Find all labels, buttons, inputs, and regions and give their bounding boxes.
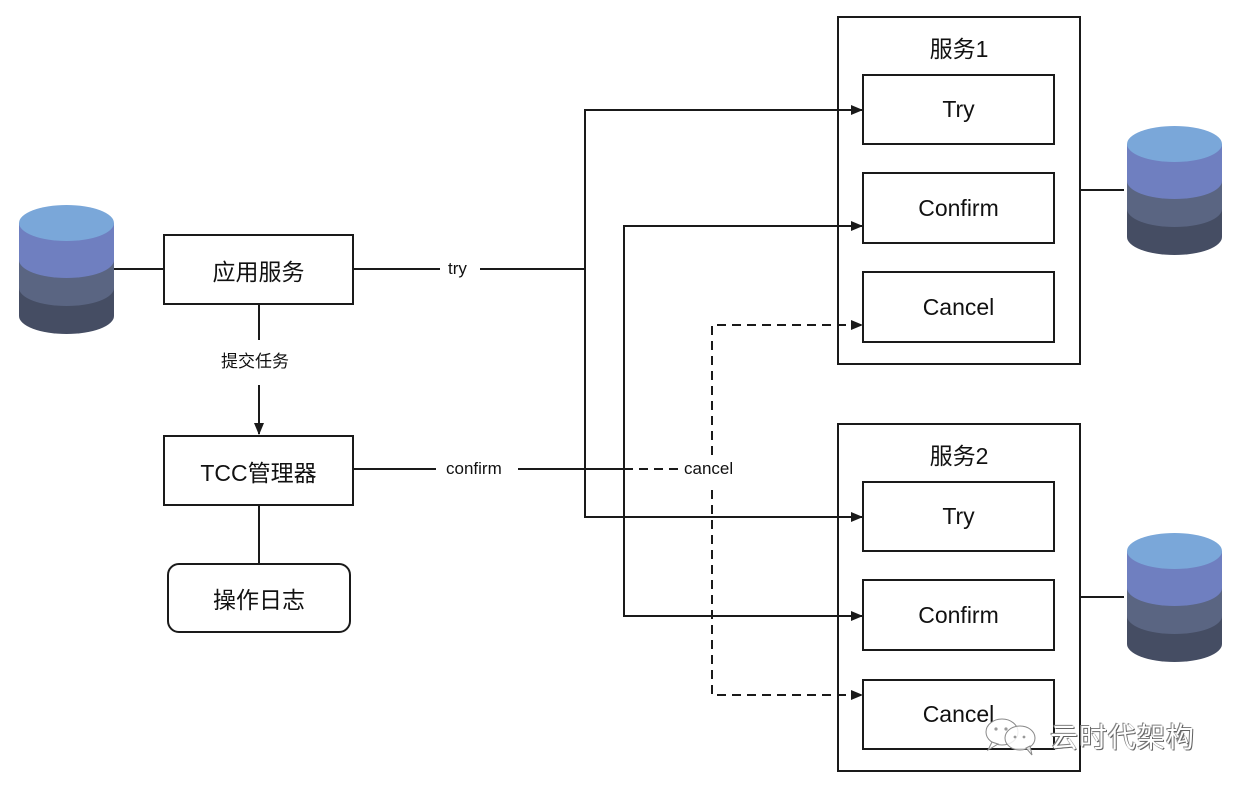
edge-try-service2 xyxy=(584,269,863,522)
operation-log-node: 操作日志 xyxy=(167,563,351,633)
edge-label-cancel: cancel xyxy=(684,459,734,479)
service1-confirm-node: Confirm xyxy=(862,172,1055,244)
wechat-icon xyxy=(985,718,1036,756)
edge-confirm-service2 xyxy=(623,469,863,621)
service1-try-node: Try xyxy=(862,74,1055,145)
service2-try-node: Try xyxy=(862,481,1055,552)
edge-confirm-service1 xyxy=(623,221,863,469)
edge-try-service1 xyxy=(584,105,863,269)
database-icon-app xyxy=(19,205,114,334)
watermark: 云时代架构 xyxy=(982,716,1195,756)
edge-label-submit-task: 提交任务 xyxy=(221,352,289,372)
database-icon-service2 xyxy=(1127,533,1222,662)
service2-confirm-node: Confirm xyxy=(862,579,1055,651)
database-icon-service1 xyxy=(1127,126,1222,255)
service1-cancel-node: Cancel xyxy=(862,271,1055,343)
tcc-manager-node: TCC管理器 xyxy=(163,435,354,506)
edge-label-try: try xyxy=(448,259,467,279)
app-service-node: 应用服务 xyxy=(163,234,354,305)
service2-title: 服务2 xyxy=(929,443,989,469)
service1-title: 服务1 xyxy=(929,36,989,62)
watermark-text: 云时代架构 xyxy=(1050,722,1196,753)
edge-label-confirm: confirm xyxy=(446,459,502,479)
